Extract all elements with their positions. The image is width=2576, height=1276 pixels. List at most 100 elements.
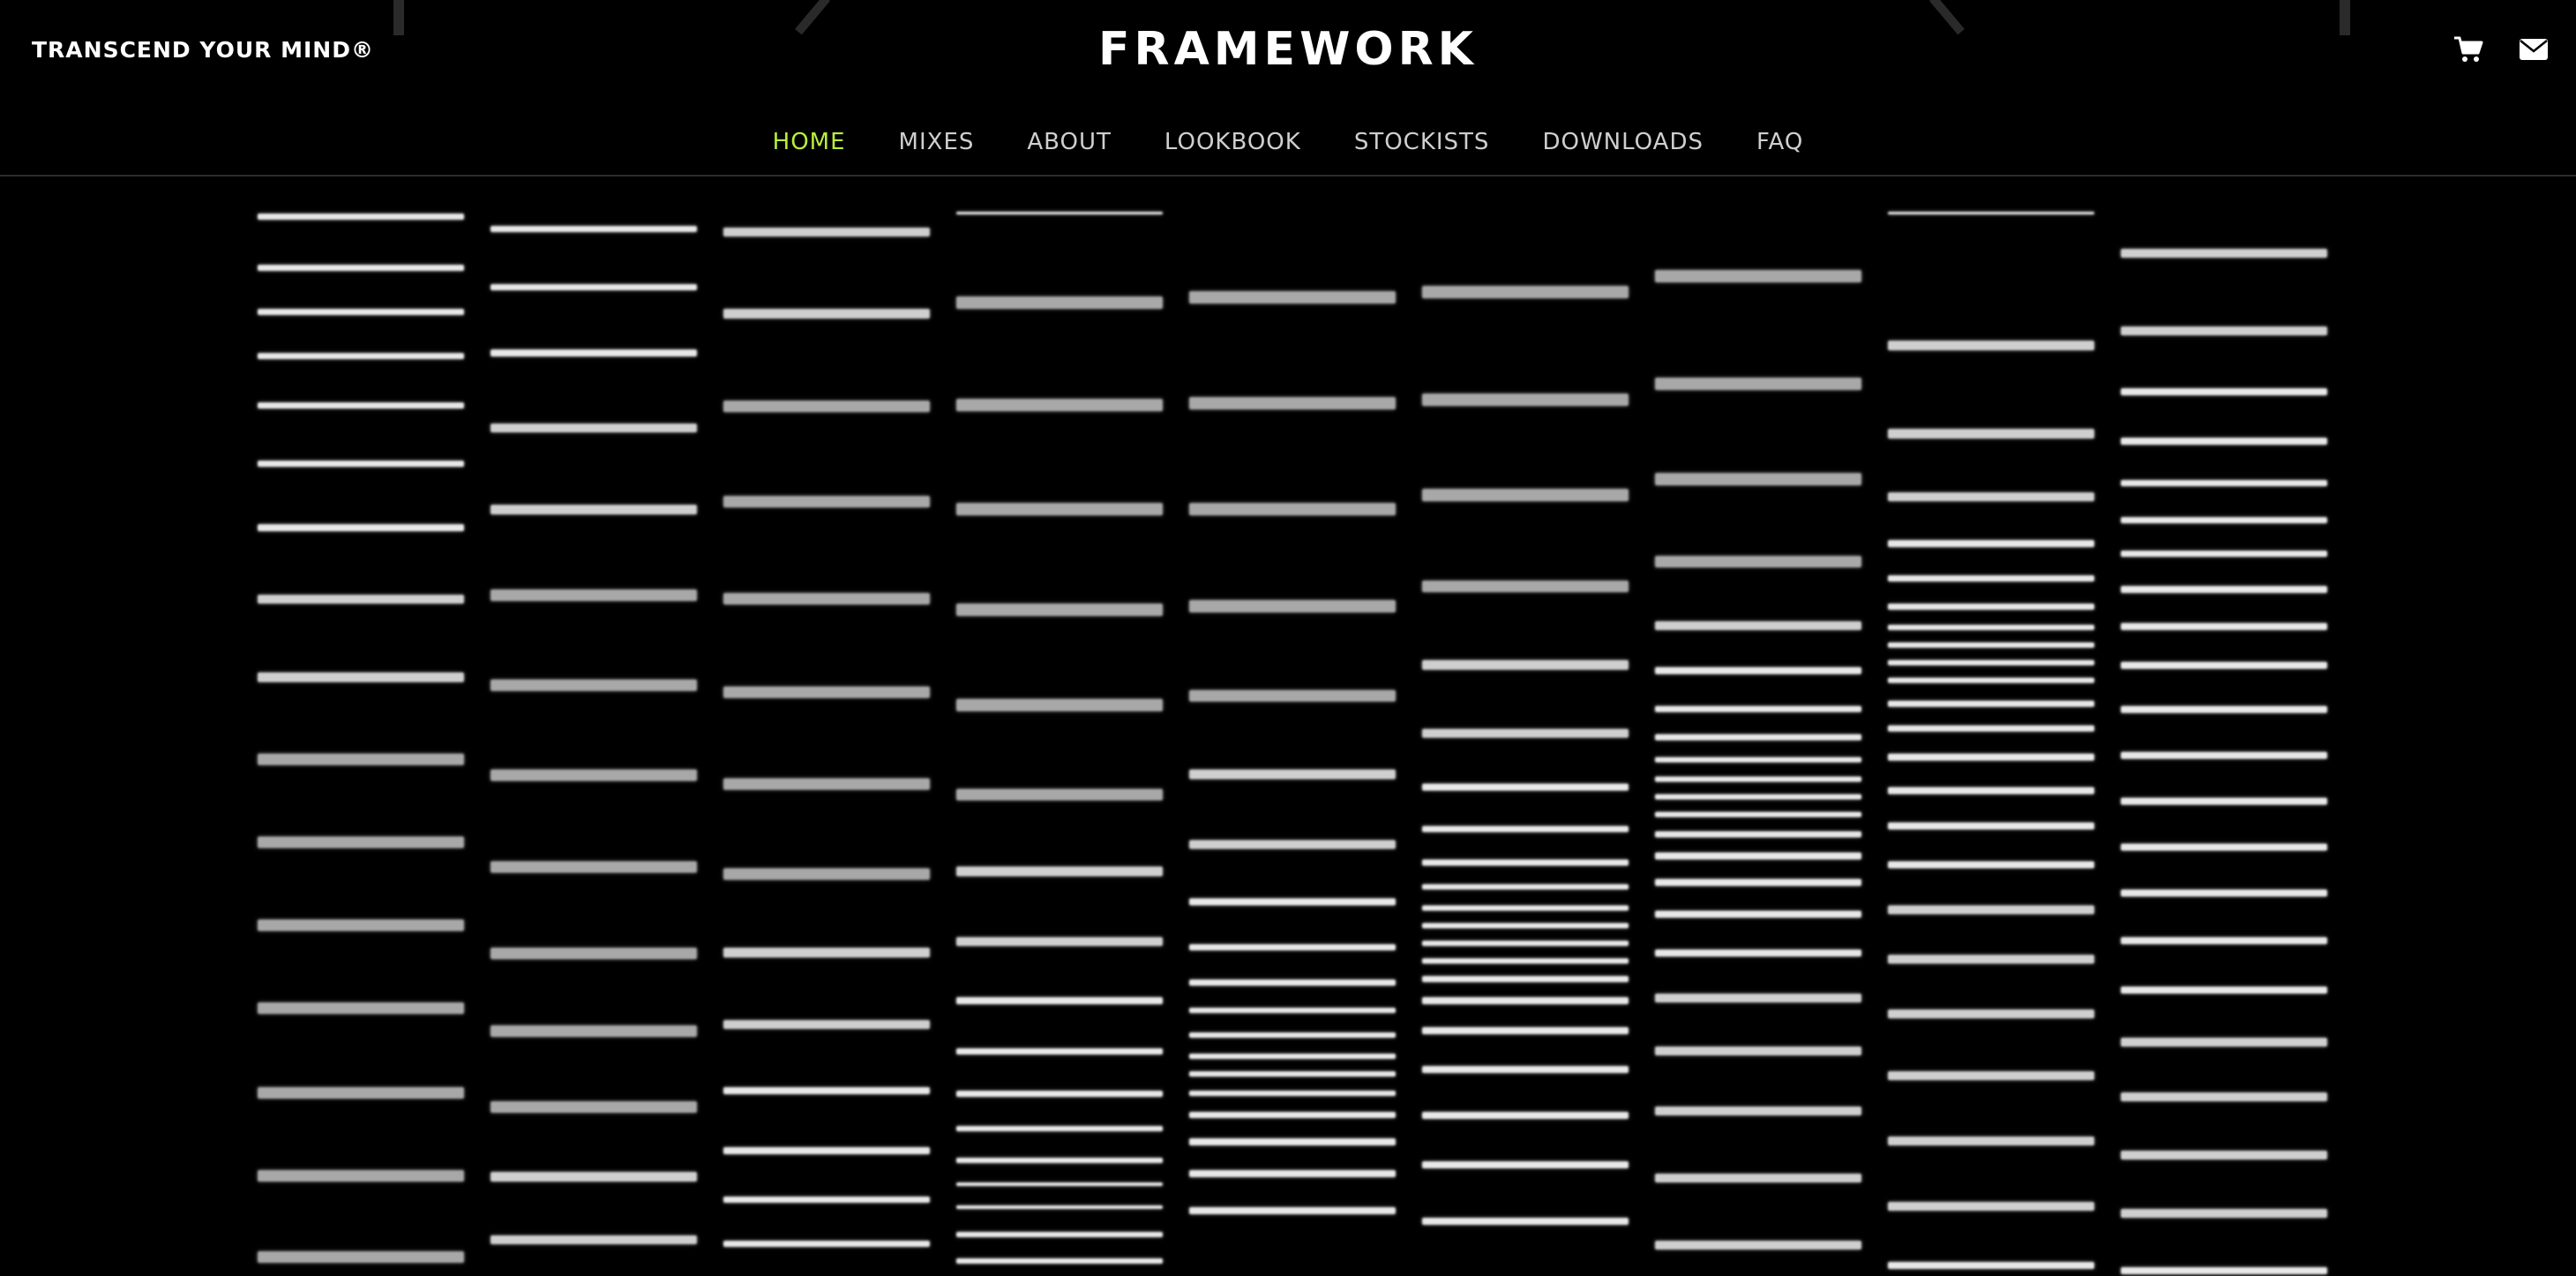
artwork-stripe <box>1888 955 2094 964</box>
nav-item-lookbook[interactable]: LOOKBOOK <box>1164 129 1301 155</box>
artwork-stripe <box>1655 1241 1861 1250</box>
artwork-stripe <box>723 1020 930 1029</box>
artwork-stripe <box>258 214 464 220</box>
artwork-stripe <box>956 1258 1163 1264</box>
artwork-stripe <box>1655 1107 1861 1115</box>
artwork-stripe <box>1888 1202 2094 1211</box>
artwork-stripe <box>1422 826 1629 832</box>
artwork-stripe <box>1888 861 2094 868</box>
artwork-stripe <box>1655 879 1861 886</box>
artwork-stripe <box>723 593 930 604</box>
artwork-stripe <box>258 837 464 848</box>
artwork-stripe <box>1189 1008 1396 1013</box>
artwork-stripe <box>258 461 464 467</box>
artwork-stripe <box>1888 678 2094 683</box>
artwork-stripe <box>1888 822 2094 829</box>
artwork-stripe <box>723 1241 930 1247</box>
artwork-stripe <box>1422 1112 1629 1119</box>
artwork-stripe <box>1422 1066 1629 1073</box>
artwork-stripe <box>258 402 464 409</box>
artwork-stripe <box>1422 958 1629 964</box>
artwork-stripe <box>1189 1170 1396 1177</box>
artwork-stripe <box>1422 859 1629 866</box>
cart-icon[interactable] <box>2452 34 2484 65</box>
artwork-stripe <box>258 1251 464 1263</box>
artwork-stripe <box>1189 1054 1396 1059</box>
artwork-stripe <box>1655 667 1861 674</box>
artwork-stripe <box>2121 798 2327 805</box>
artwork-stripe <box>1422 286 1629 298</box>
artwork-stripe <box>490 948 697 959</box>
artwork-stripe <box>258 1087 464 1099</box>
artwork-stripe <box>723 1197 930 1203</box>
nav-item-downloads[interactable]: DOWNLOADS <box>1542 129 1704 155</box>
artwork-stripe <box>956 867 1163 876</box>
artwork-column <box>1422 176 1629 1276</box>
artwork-stripe <box>1422 1218 1629 1225</box>
artwork-stripe <box>1189 1091 1396 1096</box>
artwork-column <box>258 176 464 1276</box>
artwork-stripe <box>1888 341 2094 350</box>
artwork-stripe <box>490 769 697 781</box>
artwork-stripe <box>956 1048 1163 1055</box>
artwork-stripe <box>1189 1071 1396 1077</box>
artwork-stripe <box>723 1087 930 1094</box>
nav-item-stockists[interactable]: STOCKISTS <box>1354 129 1490 155</box>
artwork-column <box>490 176 697 1276</box>
artwork-stripe <box>1422 394 1629 406</box>
artwork-stripe <box>2121 551 2327 557</box>
artwork-stripe <box>1189 291 1396 304</box>
envelope-icon[interactable] <box>2518 34 2550 65</box>
artwork-stripe <box>1422 784 1629 791</box>
artwork-stripe <box>2121 623 2327 630</box>
artwork-stripe <box>956 937 1163 946</box>
artwork-stripe <box>1888 787 2094 794</box>
artwork-stripe <box>956 503 1163 515</box>
artwork-stripe <box>1888 1010 2094 1018</box>
artwork-stripe <box>1422 1027 1629 1034</box>
artwork-stripe <box>1655 1047 1861 1055</box>
artwork-stripe <box>956 399 1163 411</box>
artwork-stripe <box>490 1235 697 1244</box>
artwork-stripe <box>2121 706 2327 713</box>
artwork-stripe <box>1655 777 1861 782</box>
artwork-stripe <box>1655 794 1861 799</box>
artwork-stripe <box>258 309 464 315</box>
nav-item-faq[interactable]: FAQ <box>1756 129 1803 155</box>
artwork-stripe <box>1888 1262 2094 1269</box>
nav-item-mixes[interactable]: MIXES <box>899 129 975 155</box>
artwork-stripe <box>490 861 697 873</box>
artwork-stripe <box>1888 212 2094 214</box>
artwork-stripe <box>1655 473 1861 485</box>
artwork-stripe <box>2121 517 2327 523</box>
artwork-stripe <box>2121 586 2327 593</box>
artwork-stripe <box>956 1091 1163 1097</box>
artwork-stripe <box>1888 1071 2094 1080</box>
artwork-stripe <box>1189 1207 1396 1214</box>
artwork-stripe <box>1655 949 1861 957</box>
artwork-stripe <box>2121 1092 2327 1101</box>
artwork-stripe <box>258 1002 464 1014</box>
artwork-stripe <box>2121 1267 2327 1274</box>
artwork-stripe <box>1888 905 2094 914</box>
artwork-stripe <box>1888 725 2094 732</box>
nav-item-home[interactable]: HOME <box>773 129 846 155</box>
nav-item-about[interactable]: ABOUT <box>1027 129 1112 155</box>
artwork-stripe <box>1189 944 1396 950</box>
artwork-stripe <box>1422 729 1629 738</box>
site-logo[interactable]: FRAMEWORK <box>0 23 2576 76</box>
artwork-stripe <box>2121 327 2327 335</box>
artwork-stripe <box>258 595 464 604</box>
artwork-stripe <box>1422 997 1629 1004</box>
artwork-stripe <box>956 789 1163 800</box>
artwork-stripe <box>2121 844 2327 851</box>
artwork-stripe <box>1655 706 1861 712</box>
artwork-stripe <box>1888 642 2094 648</box>
artwork-stripe <box>1655 831 1861 837</box>
artwork-stripe <box>2121 1151 2327 1160</box>
artwork-stripe <box>1655 812 1861 817</box>
artwork-stripe <box>258 754 464 765</box>
artwork-stripe <box>956 1205 1163 1209</box>
artwork-stripe <box>1189 690 1396 702</box>
artwork-stripe <box>2121 752 2327 759</box>
